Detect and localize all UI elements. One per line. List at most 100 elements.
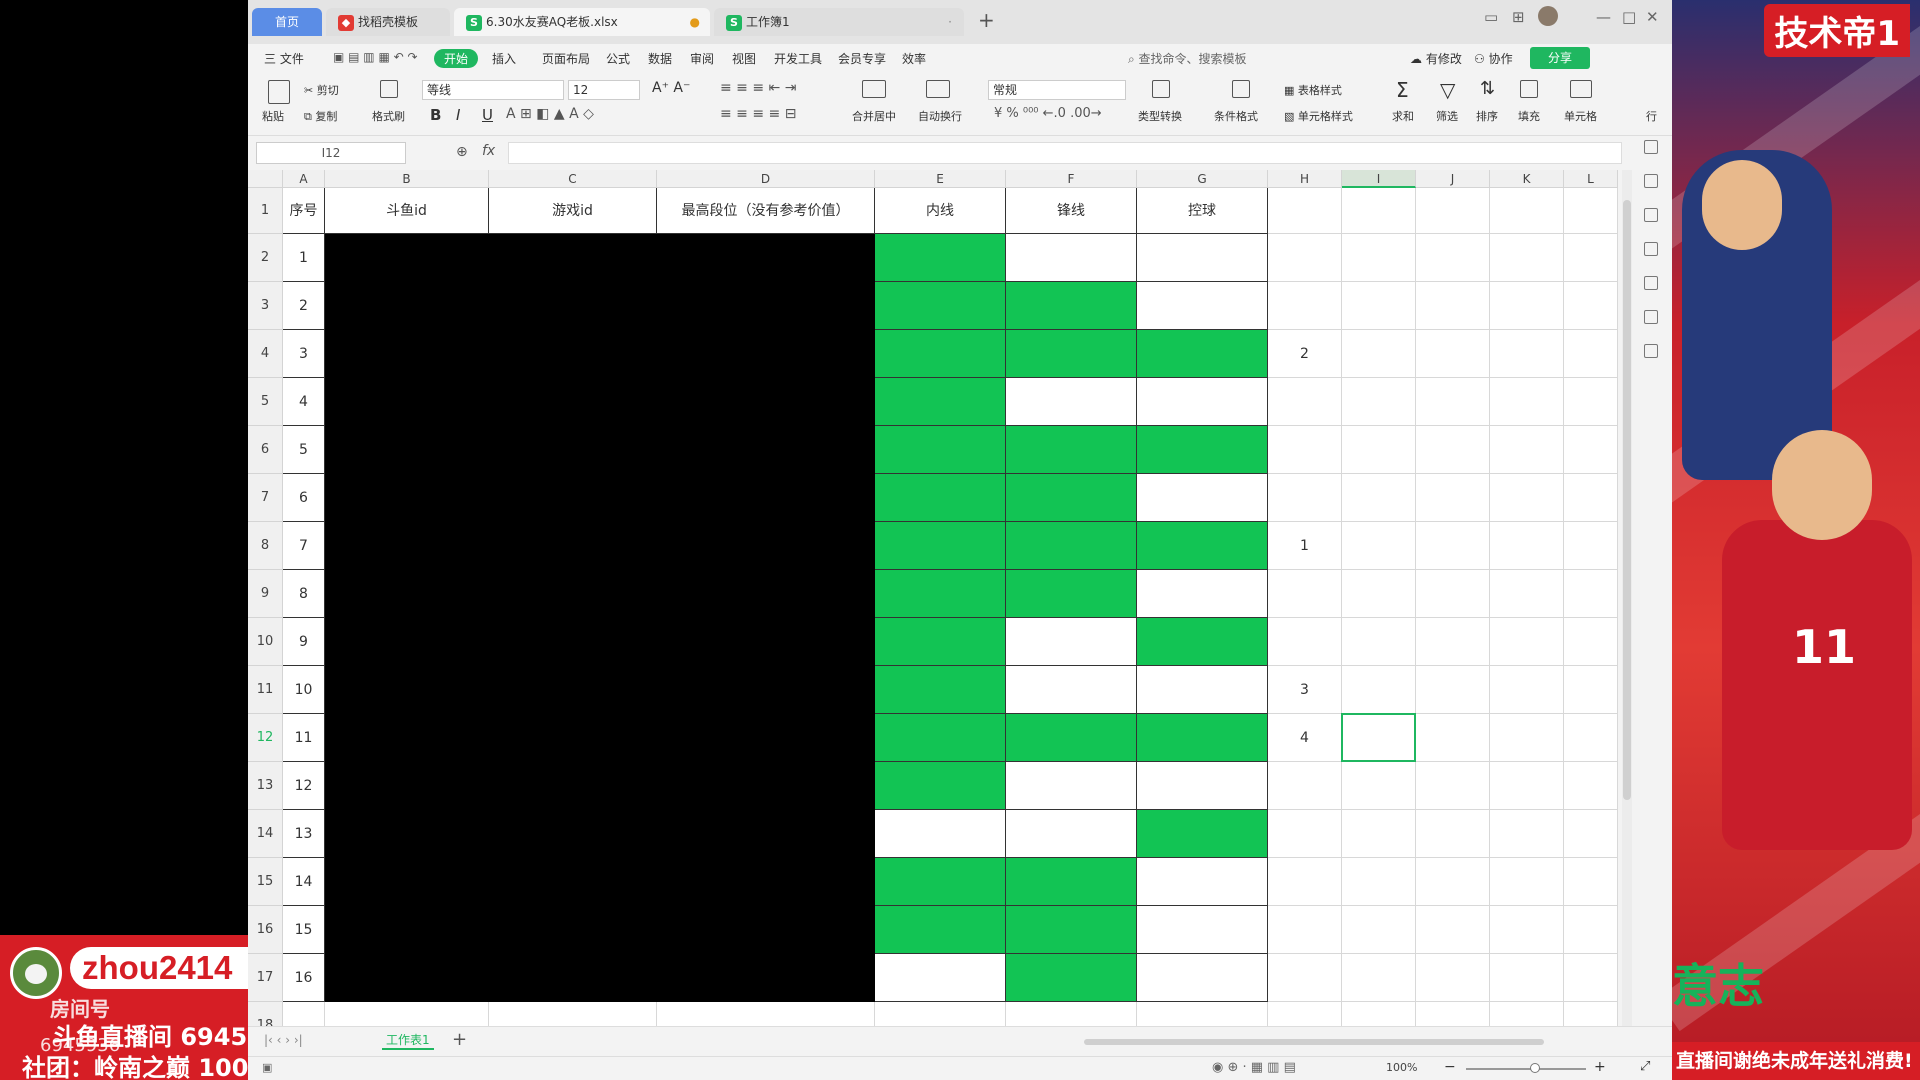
- row-header[interactable]: 4: [248, 330, 283, 378]
- position-cell-inner[interactable]: [875, 666, 1006, 714]
- redacted-cell[interactable]: [489, 474, 657, 522]
- column-header-C[interactable]: C: [489, 170, 657, 188]
- position-cell-forward[interactable]: [1006, 858, 1137, 906]
- empty-cell[interactable]: [1342, 426, 1416, 474]
- side-tool-6-icon[interactable]: [1644, 310, 1658, 324]
- empty-cell[interactable]: [1490, 234, 1564, 282]
- empty-cell[interactable]: [1416, 1002, 1490, 1026]
- empty-cell[interactable]: [1416, 810, 1490, 858]
- position-cell-inner[interactable]: [875, 234, 1006, 282]
- collab-button[interactable]: ⚇ 协作: [1474, 50, 1513, 67]
- seq-cell[interactable]: 2: [283, 282, 325, 330]
- cell-button[interactable]: 单元格: [1564, 108, 1597, 124]
- empty-cell[interactable]: [1564, 954, 1618, 1002]
- empty-cell[interactable]: [1564, 618, 1618, 666]
- redacted-cell[interactable]: [657, 618, 875, 666]
- h-value-cell[interactable]: [1268, 810, 1342, 858]
- position-cell-guard[interactable]: [1137, 858, 1268, 906]
- position-cell-guard[interactable]: [1137, 378, 1268, 426]
- redacted-cell[interactable]: [489, 1002, 657, 1026]
- position-cell-forward[interactable]: [1006, 570, 1137, 618]
- empty-cell[interactable]: [1564, 330, 1618, 378]
- active-cell-cursor[interactable]: [1341, 713, 1416, 762]
- empty-cell[interactable]: [1564, 426, 1618, 474]
- column-header-K[interactable]: K: [1490, 170, 1564, 188]
- empty-cell[interactable]: [1416, 666, 1490, 714]
- empty-cell[interactable]: [1564, 522, 1618, 570]
- empty-cell[interactable]: [1564, 474, 1618, 522]
- select-all-corner[interactable]: [248, 170, 283, 188]
- sum-icon[interactable]: Σ: [1396, 78, 1409, 102]
- position-cell-guard[interactable]: [1137, 810, 1268, 858]
- paste-icon[interactable]: [268, 80, 290, 104]
- empty-cell[interactable]: [1490, 1002, 1564, 1026]
- sheet-nav-icons[interactable]: |‹ ‹ › ›|: [264, 1033, 303, 1047]
- wrap-icon[interactable]: [926, 80, 950, 98]
- redacted-cell[interactable]: [657, 954, 875, 1002]
- position-cell-guard[interactable]: [1137, 522, 1268, 570]
- redacted-cell[interactable]: [325, 858, 489, 906]
- wrap-button[interactable]: 自动换行: [918, 108, 962, 124]
- seq-cell[interactable]: 13: [283, 810, 325, 858]
- convert-button[interactable]: 类型转换: [1138, 108, 1182, 124]
- position-cell-forward[interactable]: [1006, 282, 1137, 330]
- header-cell-forward[interactable]: 锋线: [1006, 188, 1137, 234]
- redacted-cell[interactable]: [489, 426, 657, 474]
- redacted-cell[interactable]: [657, 522, 875, 570]
- empty-cell[interactable]: [1490, 378, 1564, 426]
- column-header-L[interactable]: L: [1564, 170, 1618, 188]
- user-avatar[interactable]: [1538, 6, 1558, 26]
- format-painter-button[interactable]: 格式刷: [372, 108, 405, 124]
- zoom-slider-knob[interactable]: [1530, 1063, 1540, 1073]
- row-header[interactable]: 9: [248, 570, 283, 618]
- redacted-cell[interactable]: [657, 378, 875, 426]
- header-cell-game_id[interactable]: 游戏id: [489, 188, 657, 234]
- empty-cell[interactable]: [1490, 858, 1564, 906]
- redacted-cell[interactable]: [325, 714, 489, 762]
- format-painter-icon[interactable]: [380, 80, 398, 98]
- empty-cell[interactable]: [1564, 762, 1618, 810]
- position-cell-forward[interactable]: [1006, 426, 1137, 474]
- cond-format-icon[interactable]: [1232, 80, 1250, 98]
- redacted-cell[interactable]: [325, 570, 489, 618]
- zoom-slider[interactable]: [1466, 1068, 1586, 1070]
- h-value-cell[interactable]: [1268, 954, 1342, 1002]
- vertical-scroll-and-side-tools[interactable]: [1618, 140, 1672, 1026]
- menu-member[interactable]: 会员专享: [838, 50, 886, 67]
- redacted-cell[interactable]: [325, 522, 489, 570]
- redacted-cell[interactable]: [489, 906, 657, 954]
- vertical-scroll-thumb[interactable]: [1623, 200, 1631, 800]
- h-value-cell[interactable]: 4: [1268, 714, 1342, 762]
- tab-workbook-active[interactable]: S 6.30水友赛AQ老板.xlsx ●: [454, 8, 710, 36]
- bold-button[interactable]: B: [430, 106, 441, 124]
- row-button[interactable]: 行: [1646, 108, 1657, 124]
- position-cell-inner[interactable]: [875, 906, 1006, 954]
- align-top-icons[interactable]: ≡ ≡ ≡ ⇤ ⇥: [720, 80, 796, 96]
- position-cell-guard[interactable]: [1137, 1002, 1268, 1026]
- command-search[interactable]: ⌕ 查找命令、搜索模板: [1128, 50, 1247, 67]
- zoom-formula-icon[interactable]: ⊕: [456, 144, 468, 160]
- row-header[interactable]: 15: [248, 858, 283, 906]
- position-cell-guard[interactable]: [1137, 330, 1268, 378]
- modified-indicator[interactable]: ☁ 有修改: [1410, 50, 1462, 67]
- empty-cell[interactable]: [1564, 666, 1618, 714]
- empty-cell[interactable]: [1342, 666, 1416, 714]
- row-header[interactable]: 14: [248, 810, 283, 858]
- empty-cell[interactable]: [1416, 378, 1490, 426]
- redacted-cell[interactable]: [489, 762, 657, 810]
- empty-cell[interactable]: [1342, 906, 1416, 954]
- empty-cell[interactable]: [1564, 282, 1618, 330]
- redacted-cell[interactable]: [657, 234, 875, 282]
- number-format-select[interactable]: 常规: [988, 80, 1126, 100]
- empty-cell[interactable]: [1342, 234, 1416, 282]
- redacted-cell[interactable]: [489, 954, 657, 1002]
- redacted-cell[interactable]: [489, 522, 657, 570]
- h-value-cell[interactable]: [1268, 426, 1342, 474]
- column-header-F[interactable]: F: [1006, 170, 1137, 188]
- position-cell-forward[interactable]: [1006, 618, 1137, 666]
- zoom-level[interactable]: 100%: [1386, 1061, 1417, 1074]
- table-style-button[interactable]: ▦ 表格样式: [1284, 82, 1342, 98]
- redacted-cell[interactable]: [657, 330, 875, 378]
- zoom-out-button[interactable]: −: [1444, 1059, 1456, 1075]
- seq-cell[interactable]: 1: [283, 234, 325, 282]
